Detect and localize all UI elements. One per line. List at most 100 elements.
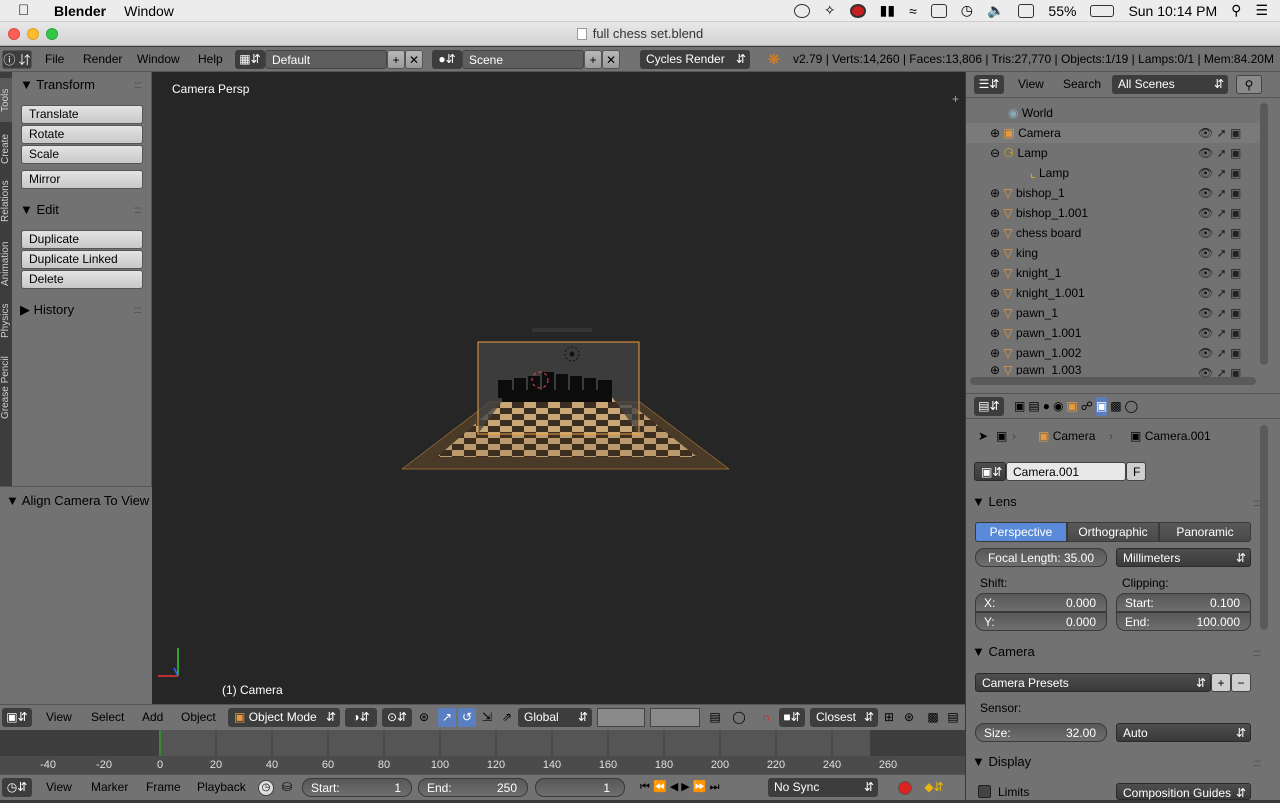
lens-unit-select[interactable]: Millimeters ⇵ — [1116, 548, 1251, 567]
selectable-cursor-icon[interactable]: ➚ — [1217, 206, 1227, 220]
panoramic-button[interactable]: Panoramic — [1159, 522, 1251, 542]
drag-handle-icon[interactable]: :::: — [134, 205, 142, 216]
menu-outliner-search[interactable]: Search — [1063, 75, 1101, 94]
screen-layout-field[interactable]: Default — [265, 50, 387, 69]
restrict-icons-row[interactable]: 👁 ➚ ▣ — [1198, 203, 1258, 223]
sound-meter-icon[interactable]: ▮▮ — [880, 2, 895, 19]
airdrop-icon[interactable]: ✧ — [824, 2, 836, 19]
snap-element-icon[interactable]: ■⇵ — [779, 708, 805, 727]
next-keyframe-icon[interactable]: ⏩ — [693, 781, 707, 793]
menu-object[interactable]: Object — [181, 708, 216, 727]
visibility-eye-icon[interactable]: 👁 — [1198, 126, 1213, 140]
breadcrumb-data[interactable]: ▣ Camera.001 — [1130, 429, 1211, 443]
outliner-restrict-columns[interactable]: 👁 ➚ ▣ 👁 ➚ ▣ 👁 ➚ ▣ 👁 ➚ ▣ 👁 ➚ ▣ 👁 ➚ ▣ 👁 ➚ ▣ 👁 ➚ ▣… — [1198, 123, 1258, 380]
add-layout-icon[interactable]: + — [387, 50, 405, 69]
renderable-camera-icon[interactable]: ▣ — [1230, 126, 1241, 140]
battery-icon[interactable] — [1090, 4, 1115, 17]
window-menu[interactable]: Window — [124, 3, 174, 19]
object-tab-icon[interactable]: ▣ — [1066, 397, 1077, 416]
clock[interactable]: Sun 10:14 PM — [1128, 3, 1217, 19]
transform-panel-header[interactable]: ▼ Transform — [20, 77, 95, 92]
visibility-eye-icon[interactable]: 👁 — [1198, 186, 1213, 200]
3d-viewport[interactable]: Camera Persp + (1) Camera — [152, 72, 965, 704]
remove-scene-icon[interactable]: ✕ — [602, 50, 620, 69]
remove-preset-icon[interactable]: − — [1231, 673, 1251, 692]
restrict-icons-row[interactable]: 👁 ➚ ▣ — [1198, 123, 1258, 143]
duplicate-linked-button[interactable]: Duplicate Linked — [21, 250, 143, 269]
tab-physics[interactable]: Physics — [0, 298, 12, 344]
lock-icon[interactable]: ⛁ — [280, 778, 294, 797]
visibility-eye-icon[interactable]: 👁 — [1198, 326, 1213, 340]
texture-tab-icon[interactable]: ▩ — [1110, 397, 1121, 416]
sync-select[interactable]: No Sync ⇵ — [768, 778, 878, 797]
limits-checkbox[interactable] — [978, 785, 991, 798]
viewport-shading-icon[interactable]: ◑⇵ — [345, 708, 377, 727]
translate-button[interactable]: Translate — [21, 105, 143, 124]
pin-icon[interactable]: ➤ — [978, 429, 988, 443]
volume-icon[interactable]: 🔈 — [987, 2, 1004, 19]
render-image-icon[interactable]: ▩ — [924, 708, 942, 727]
render-layers-tab-icon[interactable]: ▤ — [1028, 397, 1039, 416]
editor-type-info-icon[interactable]: ⓘ ⇵ — [2, 50, 32, 69]
scene-tab-icon[interactable]: ● — [1043, 397, 1050, 416]
layer-lock-icon[interactable]: ▤ — [706, 708, 724, 727]
record-keyframes-icon[interactable] — [898, 781, 912, 795]
visibility-eye-icon[interactable]: 👁 — [1198, 166, 1213, 180]
apple-icon[interactable]:  — [18, 2, 38, 19]
restrict-icons-row[interactable]: 👁 ➚ ▣ — [1198, 243, 1258, 263]
snap-target-select[interactable]: Closest ⇵ — [810, 708, 878, 727]
display-icon[interactable] — [930, 3, 947, 18]
close-icon[interactable] — [8, 28, 20, 40]
restrict-icons-row[interactable]: 👁 ➚ ▣ — [1198, 263, 1258, 283]
selectable-cursor-icon[interactable]: ➚ — [1217, 266, 1227, 280]
visibility-eye-icon[interactable]: 👁 — [1198, 246, 1213, 260]
restrict-icons-row[interactable]: 👁 ➚ ▣ — [1198, 183, 1258, 203]
tab-animation[interactable]: Animation — [0, 234, 12, 294]
pivot-point-icon[interactable]: ⊙⇵ — [382, 708, 412, 727]
selectable-cursor-icon[interactable]: ➚ — [1217, 166, 1227, 180]
tab-create[interactable]: Create — [0, 126, 12, 172]
properties-scrollbar[interactable] — [1260, 425, 1268, 630]
clip-start-field[interactable]: Start: 0.100 — [1116, 593, 1251, 612]
outliner-scrollbar[interactable] — [1260, 103, 1268, 365]
preview-range-icon[interactable]: ◷ — [258, 780, 274, 796]
fake-user-button[interactable]: F — [1126, 462, 1146, 481]
sensor-size-field[interactable]: Size: 32.00 — [975, 723, 1107, 742]
visibility-eye-icon[interactable]: 👁 — [1198, 206, 1213, 220]
restrict-icons-row[interactable]: 👁 ➚ ▣ — [1198, 163, 1258, 183]
notification-center-icon[interactable]: ☰ — [1255, 2, 1268, 19]
drag-handle-icon[interactable]: :::: — [1253, 648, 1261, 659]
drag-handle-icon[interactable]: :::: — [1253, 498, 1261, 509]
menu-outliner-view[interactable]: View — [1018, 75, 1044, 94]
camera-datablock-browse-icon[interactable]: ▣⇵ — [974, 462, 1006, 481]
app-menu[interactable]: Blender — [54, 3, 106, 19]
add-scene-icon[interactable]: + — [584, 50, 602, 69]
menu-render[interactable]: Render — [83, 50, 122, 69]
editor-type-properties-icon[interactable]: ▤⇵ — [974, 397, 1004, 416]
menu-help[interactable]: Help — [198, 50, 223, 69]
scene-icon[interactable]: ●⇵ — [432, 50, 462, 69]
composition-guides-select[interactable]: Composition Guides ⇵ — [1116, 783, 1251, 800]
record-icon[interactable] — [849, 3, 866, 18]
search-icon[interactable]: ⚲ — [1236, 75, 1262, 94]
restrict-icons-row[interactable]: 👁 ➚ ▣ — [1198, 223, 1258, 243]
restrict-icons-row[interactable]: 👁 ➚ ▣ — [1198, 143, 1258, 163]
constraints-tab-icon[interactable]: ☍ — [1081, 397, 1093, 416]
renderable-camera-icon[interactable]: ▣ — [1230, 286, 1241, 300]
manipulator-toggle-icon[interactable]: ⊛ — [415, 708, 433, 727]
renderable-camera-icon[interactable]: ▣ — [1230, 206, 1241, 220]
menu-file[interactable]: File — [45, 50, 64, 69]
drag-handle-icon[interactable]: :::: — [1253, 758, 1261, 769]
keying-set-icon[interactable]: ◆⇵ — [922, 778, 946, 797]
restrict-icons-row[interactable]: 👁 ➚ ▣ — [1198, 303, 1258, 323]
menu-add[interactable]: Add — [142, 708, 163, 727]
tab-grease-pencil[interactable]: Grease Pencil — [0, 348, 12, 428]
physics-tab-icon[interactable]: ◯ — [1125, 397, 1138, 416]
editor-type-3d-icon[interactable]: ▣⇵ — [2, 708, 32, 727]
delete-button[interactable]: Delete — [21, 270, 143, 289]
snap-align-icon[interactable]: ⊞ — [880, 708, 898, 727]
menu-marker[interactable]: Marker — [91, 778, 128, 797]
renderable-camera-icon[interactable]: ▣ — [1230, 226, 1241, 240]
proportional-edit-icon[interactable]: ◯ — [730, 708, 748, 727]
render-anim-icon[interactable]: ▤ — [944, 708, 962, 727]
